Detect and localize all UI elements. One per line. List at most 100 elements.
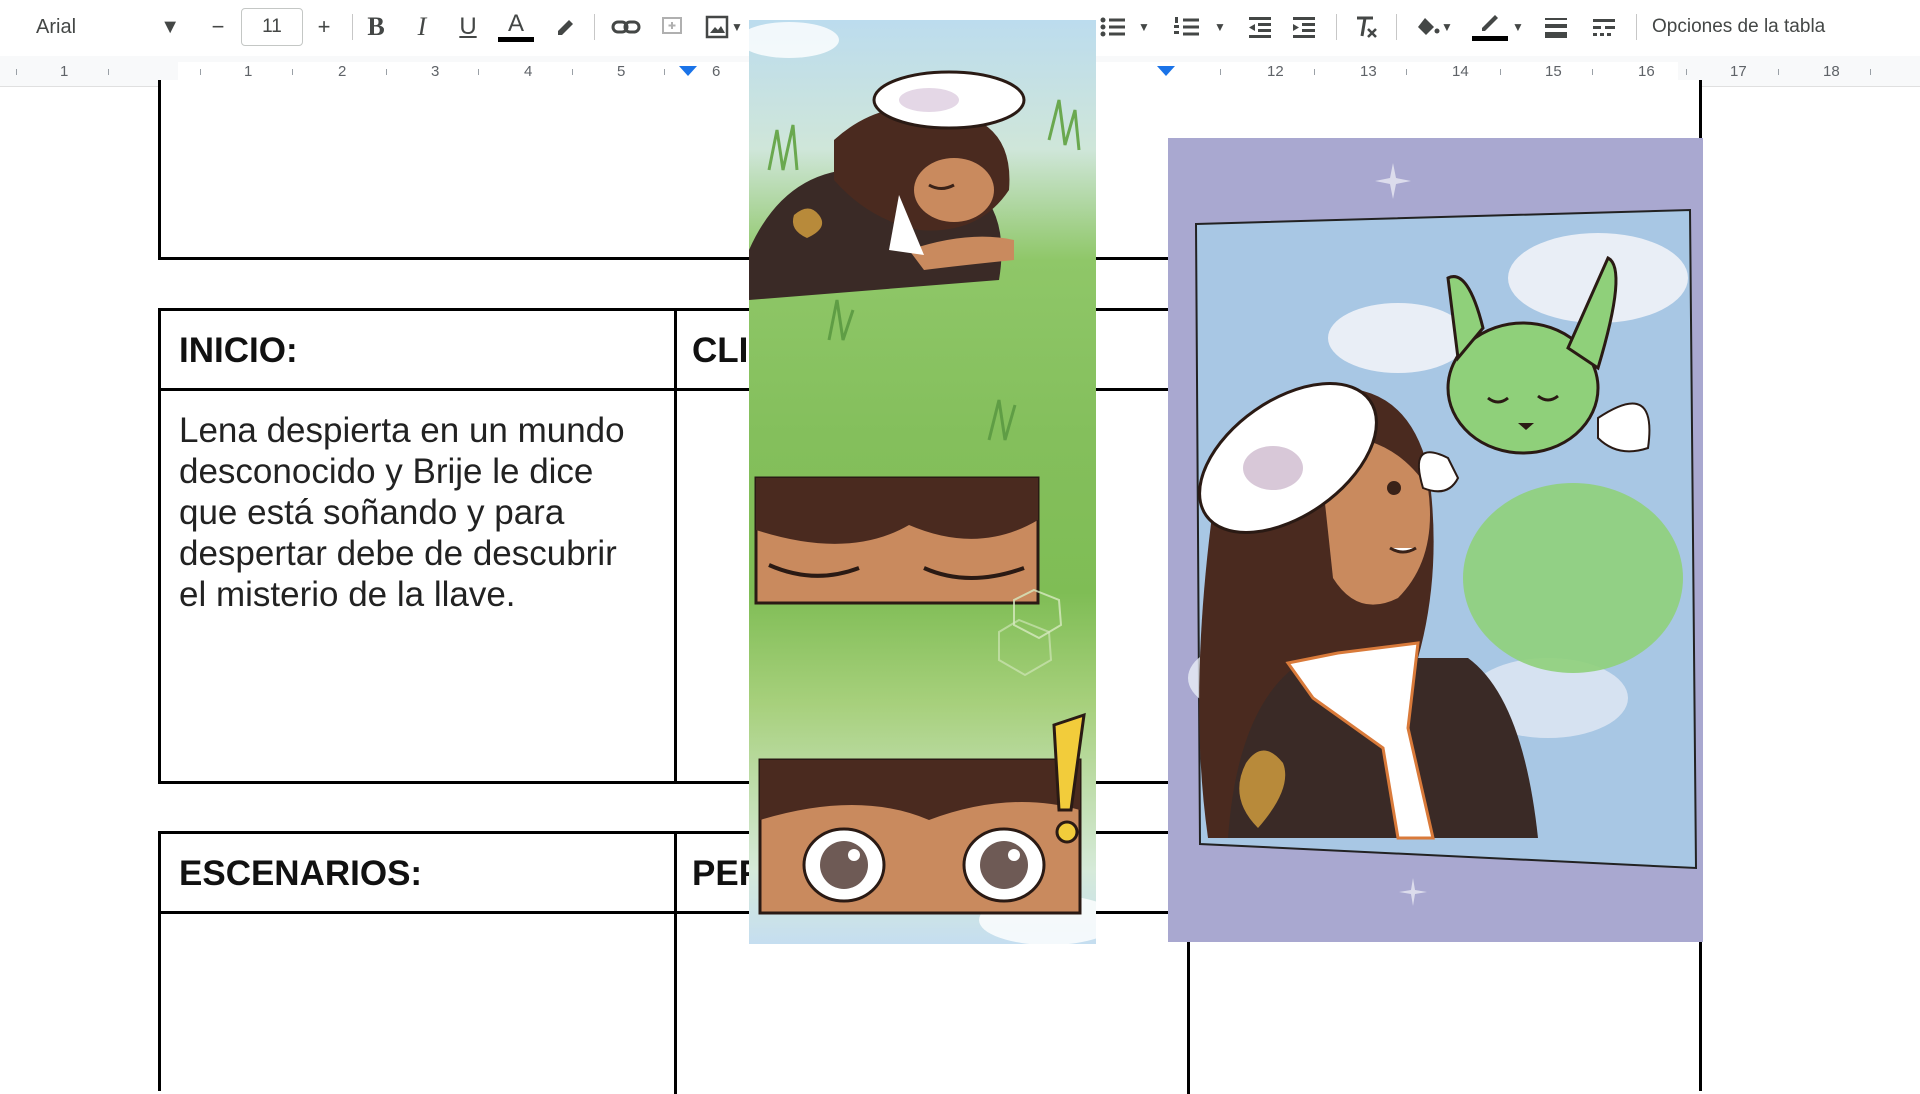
bulleted-list-dropdown[interactable]: ▼ [1134,8,1154,46]
ruler-number: 1 [60,63,69,80]
ruler-tick [1406,69,1407,75]
insert-comment-button[interactable] [654,8,690,46]
underline-button[interactable]: U [450,8,486,46]
table-column-divider [674,834,677,1094]
ruler-tick [1870,69,1871,75]
decrease-indent-button[interactable] [1240,8,1280,46]
insert-link-button[interactable] [606,8,646,46]
inicio-heading[interactable]: INICIO: [179,331,298,371]
italic-icon: I [417,12,427,41]
chevron-down-icon: ▼ [1441,20,1453,34]
comic-strip-image[interactable] [749,20,1096,944]
clear-formatting-button[interactable] [1346,8,1386,46]
text-line: Lena despierta en un mundo [179,411,625,450]
fill-color-button[interactable]: ▼ [1406,8,1462,46]
ruler-number: 4 [524,63,533,80]
escenarios-heading[interactable]: ESCENARIOS: [179,854,422,894]
highlighter-icon [558,20,573,35]
numbered-list-dropdown[interactable]: ▼ [1210,8,1230,46]
font-family-select[interactable]: Arial ▼ [28,8,188,46]
border-width-icon [1545,18,1567,38]
insert-image-button[interactable]: ▼ [700,8,748,46]
border-width-button[interactable] [1536,8,1576,46]
increase-font-size-button[interactable]: + [306,8,342,46]
border-dash-icon [1593,19,1615,36]
numbered-list-button[interactable] [1166,8,1208,46]
bulleted-list-button[interactable] [1092,8,1134,46]
ruler-tick [108,69,109,75]
ruler-tick [1500,69,1501,75]
ruler-tick [1220,69,1221,75]
font-size-value: 11 [262,16,282,37]
ruler-tick [1686,69,1687,75]
table-options-button[interactable]: Opciones de la tabla [1652,8,1832,46]
chevron-down-icon: ▼ [1512,20,1524,34]
toolbar-divider [1636,14,1637,40]
ruler-tick [386,69,387,75]
character-card-image[interactable] [1168,138,1703,942]
pencil-icon [1482,14,1498,31]
font-family-value: Arial [36,15,77,38]
text-color-button[interactable]: A [496,8,536,46]
toolbar-divider [352,14,353,40]
ruler-tick [478,69,479,75]
ruler-tick [292,69,293,75]
link-icon [611,20,641,34]
border-color-dropdown[interactable]: ▼ [1508,8,1528,46]
image-icon [705,15,729,39]
ruler-number: 15 [1545,63,1562,80]
chevron-down-icon: ▼ [731,20,743,34]
table-options-label: Opciones de la tabla [1652,16,1826,37]
ruler-number: 14 [1452,63,1469,80]
toolbar-divider [1336,14,1337,40]
indent-marker-handle[interactable] [679,66,697,76]
decrease-indent-icon [1249,17,1271,38]
ruler-number: 3 [431,63,440,80]
increase-indent-icon [1293,17,1315,38]
ruler-tick [16,69,17,75]
clear-formatting-icon [1357,16,1377,38]
column-marker-handle[interactable] [1157,66,1175,76]
paint-bucket-icon [1418,18,1440,35]
bold-icon: B [367,12,385,41]
text-line: que está soñando y para [179,493,565,532]
inicio-cell-text[interactable]: Lena despierta en un mundo desconocido y… [179,410,625,615]
ruler-tick [1592,69,1593,75]
chevron-down-icon: ▼ [1214,20,1226,34]
ruler-number: 12 [1267,63,1284,80]
ruler-tick [1778,69,1779,75]
comic-strip-illustration [749,22,1096,944]
numbered-list-icon [1174,17,1199,36]
bulleted-list-icon [1100,17,1125,37]
ruler-number: 6 [712,63,721,80]
increase-indent-button[interactable] [1284,8,1324,46]
plus-icon: + [317,14,331,39]
comment-icon [662,17,682,34]
ruler-number: 1 [244,63,253,80]
ruler-tick [1314,69,1315,75]
text-line: despertar debe de descubrir [179,534,617,573]
border-color-button[interactable] [1466,8,1514,46]
ruler-number: 5 [617,63,626,80]
text-line: desconocido y Brije le dice [179,452,594,491]
highlight-color-button[interactable] [548,8,584,46]
climax-heading[interactable]: CLI [692,331,748,371]
table-column-divider [674,311,677,781]
border-color-swatch [1472,35,1508,41]
toolbar-divider [594,14,595,40]
text-color-swatch [498,36,534,42]
font-size-input[interactable]: 11 [241,8,303,46]
text-line: el misterio de la llave. [179,575,516,614]
border-dash-button[interactable] [1584,8,1624,46]
ruler-number: 18 [1823,63,1840,80]
character-card-illustration [1188,163,1698,906]
decrease-font-size-button[interactable]: − [200,8,236,46]
underline-icon: U [459,13,477,40]
bold-button[interactable]: B [358,8,394,46]
ruler-number: 16 [1638,63,1655,80]
ruler-number: 2 [338,63,347,80]
ruler-tick [664,69,665,75]
text-color-icon: A [507,9,524,37]
italic-button[interactable]: I [404,8,440,46]
chevron-down-icon: ▼ [160,15,180,38]
